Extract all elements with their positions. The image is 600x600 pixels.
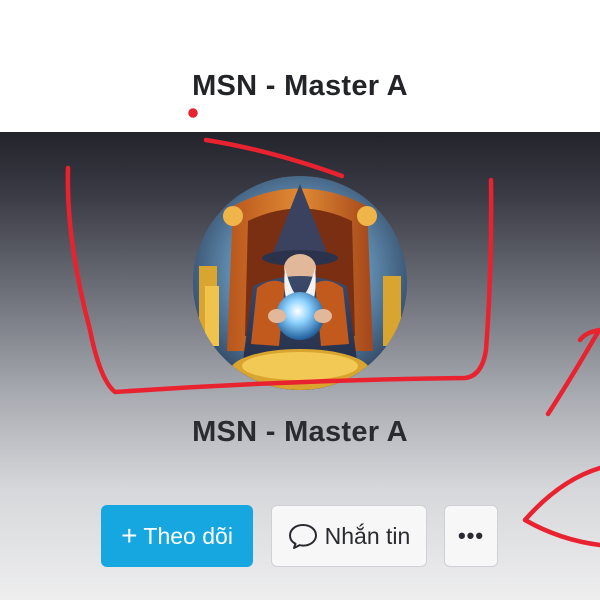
chat-bubble-icon — [288, 524, 317, 549]
message-button-label: Nhắn tin — [324, 522, 411, 549]
more-dots-icon: ••• — [457, 523, 485, 548]
follow-button[interactable]: + Theo dõi — [101, 505, 253, 567]
top-nav-bar: MSN - Master A — [0, 0, 600, 132]
message-button[interactable]: Nhắn tin — [271, 505, 427, 567]
plus-icon: + — [121, 520, 138, 551]
profile-name: MSN - Master A — [192, 416, 408, 448]
follow-button-label: Theo dõi — [143, 522, 233, 549]
wizard-avatar-image — [193, 176, 407, 390]
avatar[interactable] — [193, 176, 407, 390]
more-options-button[interactable]: ••• — [444, 505, 498, 567]
page-title: MSN - Master A — [192, 70, 408, 102]
